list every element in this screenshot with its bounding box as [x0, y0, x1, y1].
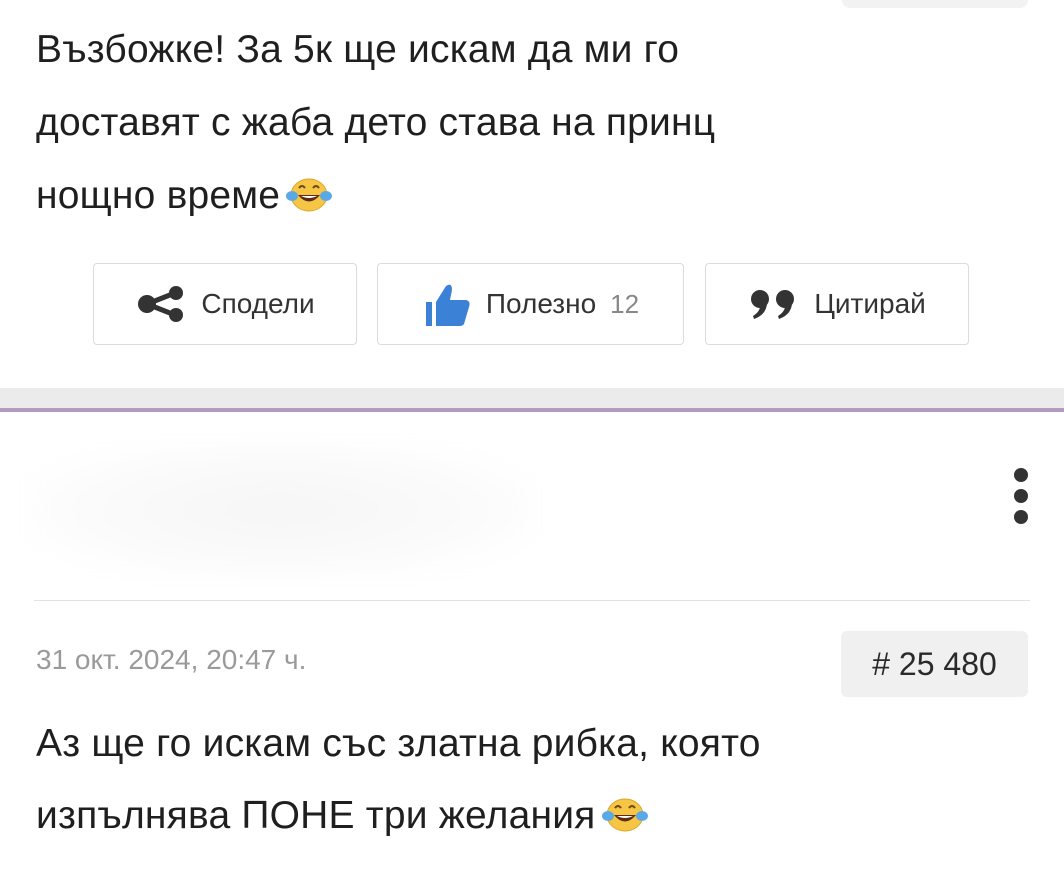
kebab-menu-icon[interactable] [1010, 468, 1032, 528]
post-body-second: Аз ще го искам със златна рибка, която и… [36, 708, 761, 852]
post-number-badge[interactable]: # 25 480 [841, 631, 1028, 697]
share-button[interactable]: Сподели [93, 263, 357, 345]
share-label: Сподели [201, 288, 315, 319]
share-icon [135, 286, 187, 322]
useful-count: 12 [610, 288, 640, 319]
post-line: нощно време [36, 159, 715, 232]
quote-icon [748, 286, 800, 322]
post-body-first: Възбожке! За 5к ще искам да ми го достав… [36, 13, 715, 232]
thumbs-up-icon [422, 280, 472, 328]
post-line: Аз ще го искам със златна рибка, която [36, 722, 761, 765]
post-separator [0, 388, 1064, 408]
post-line: Възбожке! За 5к ще искам да ми го [36, 28, 680, 71]
quote-button[interactable]: Цитирай [705, 263, 969, 345]
post-line: доставят с жаба дето става на принц [36, 101, 716, 144]
post-separator-accent [0, 408, 1064, 412]
post-line: изпълнява ПОНЕ три желания [36, 780, 761, 852]
tears-of-joy-emoji-icon [286, 178, 333, 212]
previous-post-number-chip [842, 0, 1028, 8]
post-date: 31 окт. 2024, 20:47 ч. [36, 644, 307, 675]
useful-label: Полезно [485, 288, 597, 319]
tears-of-joy-emoji-icon [601, 798, 648, 832]
quote-label: Цитирай [814, 288, 926, 319]
useful-button[interactable]: Полезно 12 [377, 263, 684, 345]
header-divider [34, 600, 1030, 601]
author-info-blurred [26, 440, 536, 580]
